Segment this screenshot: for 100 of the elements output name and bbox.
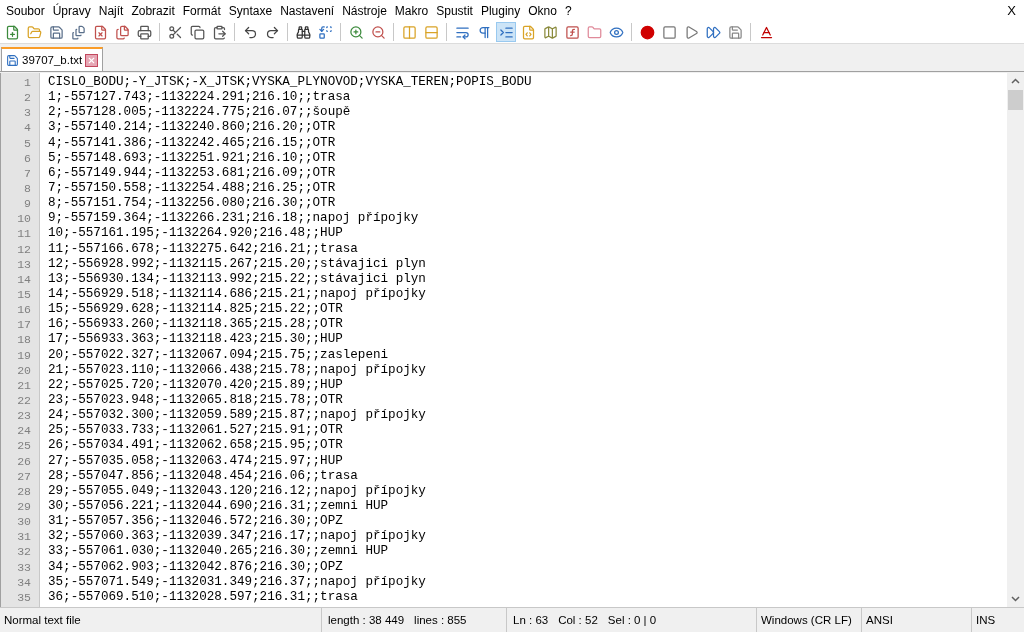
text-line: 13;-556930.134;-1132113.992;215.22;;stávajici plyn <box>48 271 427 287</box>
line-number: 17 <box>16 317 32 333</box>
line-ending-label: Windows (CR LF) <box>761 614 852 626</box>
line-number: 1 <box>23 75 32 91</box>
menu-item[interactable]: Najít <box>96 3 130 18</box>
text-line: 14;-556929.518;-1132114.686;215.21;;napoj přípojky <box>48 286 427 303</box>
text-line: 11;-557166.678;-1132275.642;216.21;;trasa <box>48 241 359 257</box>
eye-icon <box>608 24 624 40</box>
line-number: 20 <box>16 362 32 378</box>
function-icon <box>564 24 580 40</box>
binoculars-icon <box>295 24 311 40</box>
encoding-label: ANSI <box>866 614 893 626</box>
menu-item[interactable]: Makro <box>392 3 435 18</box>
text-line: 30;-557056.221;-1132044.690;216.31;;zemni HUP <box>48 498 390 515</box>
menu-item[interactable]: Soubor <box>4 3 51 18</box>
insert-mode-label: INS <box>976 614 996 626</box>
text-line: 23;-557023.948;-1132065.818;215.78;;OTR <box>48 392 344 409</box>
vertical-scrollbar[interactable] <box>1007 73 1024 607</box>
text-line: 17;-556933.363;-1132118.423;215.30;;HUP <box>48 332 344 348</box>
save-icon <box>727 24 743 40</box>
line-number: 7 <box>23 165 32 181</box>
text-line: 32;-557060.363;-1132039.347;216.17;;napoj přípojky <box>48 529 427 545</box>
text-line: CISLO_BODU;-Y_JTSK;-X_JTSK;VYSKA_PLYNOVOD;VYSKA_TEREN;POPIS_BODU <box>48 75 533 91</box>
line-number: 24 <box>16 423 32 439</box>
text-line: 31;-557057.356;-1132046.572;216.30;;OPZ <box>48 514 344 530</box>
menu-item[interactable]: Nastavení <box>278 3 341 18</box>
close-button[interactable]: X <box>1007 3 1016 18</box>
line-number: 28 <box>16 483 32 499</box>
menu-item[interactable]: Formát <box>180 3 227 18</box>
spelling-icon <box>758 24 774 40</box>
text-line: 29;-557055.049;-1132043.120;216.12;;napoj přípojky <box>48 483 427 499</box>
menu-item[interactable]: Nástroje <box>340 3 393 18</box>
line-number: 13 <box>16 256 32 272</box>
line-number: 32 <box>16 544 32 560</box>
line-number: 15 <box>16 286 32 303</box>
menu-item[interactable]: Úpravy <box>50 3 97 18</box>
line-number: 11 <box>16 226 32 242</box>
print-icon <box>136 24 152 40</box>
line-number: 6 <box>23 150 32 166</box>
zoom-out-icon <box>370 24 386 40</box>
line-number: 35 <box>16 589 32 605</box>
text-line: 33;-557061.030;-1132040.265;216.30;;zemni HUP <box>48 544 390 560</box>
text-line: 16;-556933.260;-1132118.365;215.28;;OTR <box>48 317 344 333</box>
column-position-label: Col : 52 <box>558 614 598 626</box>
line-number: 3 <box>23 105 32 121</box>
menu-item[interactable]: Zobrazit <box>129 3 181 18</box>
text-line: 27;-557035.058;-1132063.474;215.97;;HUP <box>48 453 344 469</box>
text-line: 2;-557128.005;-1132224.775;216.07;;šoupě <box>48 105 352 121</box>
close-icon <box>87 55 97 65</box>
text-line: 21;-557023.110;-1132066.438;215.78;;napoj přípojky <box>48 362 427 378</box>
line-number: 25 <box>16 438 32 454</box>
rows-icon <box>423 24 439 40</box>
line-number: 10 <box>16 211 32 227</box>
paste-icon <box>211 24 227 40</box>
line-number: 9 <box>23 196 32 212</box>
folder-icon <box>586 24 602 40</box>
text-line: 5;-557148.693;-1132251.921;216.10;;OTR <box>48 150 337 166</box>
wrap-text-icon <box>454 24 470 40</box>
line-number: 29 <box>16 498 32 515</box>
text-line: 24;-557032.300;-1132059.589;215.87;;napoj přípojky <box>48 408 427 424</box>
indent-button[interactable] <box>496 22 516 42</box>
text-line: 34;-557062.903;-1132042.876;216.30;;OPZ <box>48 559 344 575</box>
pilcrow-icon <box>476 24 492 40</box>
line-number: 27 <box>16 468 32 484</box>
map-icon <box>542 24 558 40</box>
tab-close-button[interactable] <box>85 53 99 67</box>
line-number: 31 <box>16 529 32 545</box>
lines-label: lines : 855 <box>414 614 467 626</box>
menu-item[interactable]: ? <box>562 3 578 18</box>
line-number: 21 <box>16 377 32 393</box>
record-icon <box>639 24 655 40</box>
save-icon <box>6 53 19 67</box>
text-line: 20;-557022.327;-1132067.094;215.75;;zaslepeni <box>48 347 390 363</box>
file-tab[interactable]: 39707_b.txt <box>1 47 104 71</box>
line-position-label: Ln : 63 <box>513 614 549 626</box>
play-icon <box>683 24 699 40</box>
scroll-thumb[interactable] <box>1008 90 1023 110</box>
file-type-label: Normal text file <box>4 614 81 626</box>
text-line: 7;-557150.558;-1132254.488;216.25;;OTR <box>48 181 337 197</box>
line-number: 34 <box>16 574 32 590</box>
length-label: length : 38 449 <box>328 614 405 626</box>
line-number: 14 <box>16 271 32 287</box>
columns-icon <box>401 24 417 40</box>
close-file-icon <box>92 24 108 40</box>
text-line: 3;-557140.214;-1132240.860;216.20;;OTR <box>48 120 337 136</box>
text-line: 9;-557159.364;-1132266.231;216.18;;napoj přípojky <box>48 211 420 227</box>
text-line: 4;-557141.386;-1132242.465;216.15;;OTR <box>48 135 337 151</box>
menu-item[interactable]: Syntaxe <box>226 3 279 18</box>
text-line: 26;-557034.491;-1132062.658;215.95;;OTR <box>48 438 344 454</box>
menu-item[interactable]: Spustit <box>434 3 479 18</box>
redo-icon <box>264 24 280 40</box>
text-line: 28;-557047.856;-1132048.454;216.06;;trasa <box>48 468 359 484</box>
copy-icon <box>189 24 205 40</box>
text-line: 1;-557127.743;-1132224.291;216.10;;trasa <box>48 90 352 106</box>
line-number: 4 <box>23 120 32 136</box>
menu-item[interactable]: Pluginy <box>478 3 527 18</box>
menu-item[interactable]: Okno <box>526 3 563 18</box>
text-line: 15;-556929.628;-1132114.825;215.22;;OTR <box>48 302 344 318</box>
zoom-in-icon <box>348 24 364 40</box>
code-file-icon <box>520 24 536 40</box>
